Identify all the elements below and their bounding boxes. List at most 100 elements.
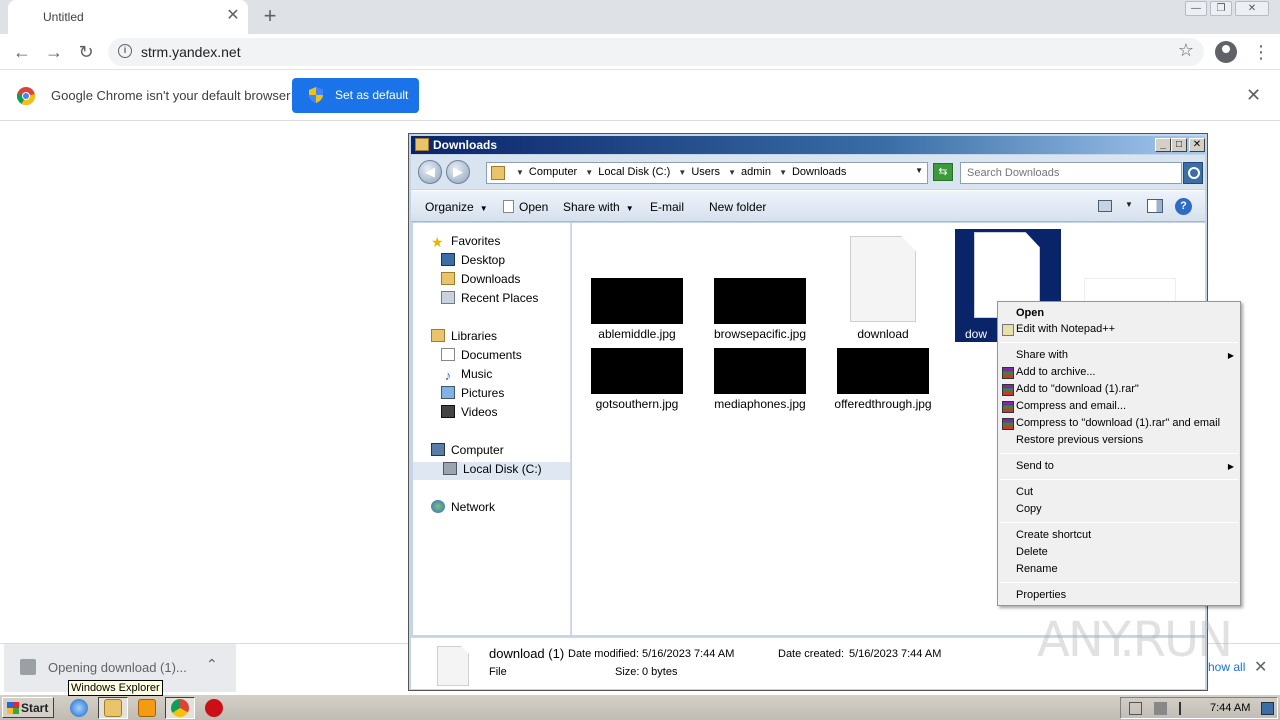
menu-share-with[interactable]: Share with — [1016, 349, 1068, 361]
site-info-icon[interactable]: i — [118, 44, 132, 58]
nav-music[interactable]: ♪ Music — [441, 367, 493, 385]
explorer-maximize-button[interactable]: □ — [1171, 138, 1187, 152]
tab-close-icon[interactable]: ✕ — [223, 6, 243, 26]
nav-local-disk[interactable]: Local Disk (C:) — [413, 462, 570, 480]
menu-compress-email[interactable]: Compress and email... — [1016, 400, 1126, 412]
thumbnail-browsepacific[interactable] — [714, 278, 806, 324]
media-player-icon[interactable] — [138, 699, 156, 717]
filename-browsepacific[interactable]: browsepacific.jpg — [700, 327, 820, 341]
filename-gotsouthern[interactable]: gotsouthern.jpg — [577, 397, 697, 411]
filename-download[interactable]: download — [823, 327, 943, 341]
menu-dots-icon[interactable]: ⋮ — [1252, 40, 1270, 64]
explorer-titlebar[interactable]: Downloads _ □ ✕ — [411, 136, 1205, 154]
email-button[interactable]: E-mail — [650, 200, 684, 214]
nav-favorites[interactable]: ★ Favorites — [431, 234, 500, 252]
set-as-default-button[interactable]: Set as default — [292, 78, 419, 113]
taskbar-chrome-button[interactable] — [165, 697, 195, 719]
thumbnail-offeredthrough[interactable] — [837, 348, 929, 394]
explorer-address-bar[interactable]: ▼ Computer ▼ Local Disk (C:) ▼ Users ▼ admin… — [486, 162, 928, 184]
nav-documents[interactable]: Documents — [441, 348, 522, 366]
help-icon[interactable]: ? — [1175, 198, 1192, 215]
winrar-icon — [1002, 401, 1014, 413]
download-status-text: Opening download (1)... — [48, 660, 187, 675]
nav-downloads[interactable]: Downloads — [441, 272, 520, 290]
flag-icon[interactable] — [1179, 702, 1192, 715]
address-dropdown-icon[interactable]: ▼ — [915, 166, 923, 175]
menu-cut[interactable]: Cut — [1016, 486, 1033, 498]
forward-icon[interactable]: ▶ — [446, 160, 470, 184]
share-with-button[interactable]: Share with ▼ — [563, 200, 634, 214]
search-icon[interactable] — [1183, 162, 1203, 184]
nav-network[interactable]: Network — [431, 500, 495, 518]
menu-send-to[interactable]: Send to — [1016, 460, 1054, 472]
breadcrumb-computer[interactable]: Computer — [529, 166, 577, 178]
breadcrumb-users[interactable]: Users — [691, 166, 720, 178]
filename-offeredthrough[interactable]: offeredthrough.jpg — [823, 397, 943, 411]
nav-libraries[interactable]: Libraries — [431, 329, 497, 347]
profile-avatar-icon[interactable] — [1215, 41, 1237, 63]
nav-desktop[interactable]: Desktop — [441, 253, 505, 271]
address-bar[interactable]: i strm.yandex.net ☆ — [108, 38, 1204, 66]
breadcrumb[interactable]: ▼ Computer ▼ Local Disk (C:) ▼ Users ▼ admin… — [511, 166, 846, 178]
menu-open[interactable]: Open — [1016, 307, 1044, 319]
view-dropdown-icon[interactable]: ▼ — [1125, 200, 1133, 209]
menu-rename[interactable]: Rename — [1016, 563, 1058, 575]
taskbar-explorer-button[interactable] — [98, 697, 128, 719]
infobar-close-icon[interactable]: ✕ — [1246, 85, 1261, 106]
restore-button[interactable]: ❐ — [1210, 1, 1232, 16]
nav-recent-places[interactable]: Recent Places — [441, 291, 538, 309]
preview-pane-icon[interactable] — [1147, 199, 1163, 213]
menu-add-to-rar[interactable]: Add to "download (1).rar" — [1016, 383, 1139, 395]
opera-icon[interactable] — [205, 699, 223, 717]
menu-add-to-archive[interactable]: Add to archive... — [1016, 366, 1096, 378]
forward-icon[interactable]: → — [42, 40, 66, 64]
back-icon[interactable]: ← — [10, 40, 34, 64]
menu-create-shortcut[interactable]: Create shortcut — [1016, 529, 1091, 541]
browser-tab[interactable]: Untitled ✕ — [8, 0, 248, 34]
change-view-icon[interactable] — [1098, 200, 1112, 212]
minimize-button[interactable]: — — [1185, 1, 1207, 16]
url-text[interactable]: strm.yandex.net — [141, 44, 241, 60]
open-button[interactable]: Open — [503, 200, 548, 214]
internet-explorer-icon[interactable] — [70, 699, 88, 717]
menu-edit-notepadpp[interactable]: Edit with Notepad++ — [1016, 323, 1115, 335]
shelf-close-icon[interactable]: ✕ — [1254, 657, 1267, 677]
nav-videos[interactable]: Videos — [441, 405, 497, 423]
new-folder-button[interactable]: New folder — [709, 200, 766, 214]
volume-icon[interactable] — [1129, 702, 1142, 715]
reload-icon[interactable]: ↻ — [74, 40, 98, 64]
search-field[interactable] — [960, 162, 1182, 184]
close-window-button[interactable]: ✕ — [1235, 1, 1269, 16]
explorer-close-button[interactable]: ✕ — [1189, 138, 1205, 152]
breadcrumb-local-disk[interactable]: Local Disk (C:) — [598, 166, 670, 178]
breadcrumb-downloads[interactable]: Downloads — [792, 166, 846, 178]
search-input[interactable] — [961, 163, 1161, 183]
thumbnail-mediaphones[interactable] — [714, 348, 806, 394]
infobar-message: Google Chrome isn't your default browser — [51, 88, 291, 103]
refresh-icon[interactable]: ⇆ — [933, 163, 953, 181]
explorer-minimize-button[interactable]: _ — [1155, 138, 1171, 152]
document-icon[interactable] — [850, 236, 916, 322]
menu-restore-previous[interactable]: Restore previous versions — [1016, 434, 1143, 446]
size-label: Size: — [615, 666, 640, 678]
menu-delete[interactable]: Delete — [1016, 546, 1048, 558]
menu-copy[interactable]: Copy — [1016, 503, 1042, 515]
organize-button[interactable]: Organize ▼ — [425, 200, 488, 214]
nav-pictures[interactable]: Pictures — [441, 386, 504, 404]
menu-compress-rar-email[interactable]: Compress to "download (1).rar" and email — [1016, 417, 1220, 429]
back-icon[interactable]: ◀ — [418, 160, 442, 184]
menu-properties[interactable]: Properties — [1016, 589, 1066, 601]
thumbnail-gotsouthern[interactable] — [591, 348, 683, 394]
filename-mediaphones[interactable]: mediaphones.jpg — [700, 397, 820, 411]
bookmark-star-icon[interactable]: ☆ — [1178, 40, 1194, 61]
filename-ablemiddle[interactable]: ablemiddle.jpg — [577, 327, 697, 341]
submenu-arrow-icon: ▶ — [1227, 462, 1234, 471]
network-tray-icon[interactable] — [1154, 702, 1167, 715]
nav-computer[interactable]: Computer — [431, 443, 504, 461]
chevron-up-icon[interactable]: ⌃ — [206, 656, 218, 673]
breadcrumb-admin[interactable]: admin — [741, 166, 771, 178]
show-desktop-icon[interactable] — [1261, 702, 1274, 715]
new-tab-button[interactable]: + — [258, 4, 282, 28]
start-button[interactable]: Start — [2, 697, 54, 718]
thumbnail-ablemiddle[interactable] — [591, 278, 683, 324]
